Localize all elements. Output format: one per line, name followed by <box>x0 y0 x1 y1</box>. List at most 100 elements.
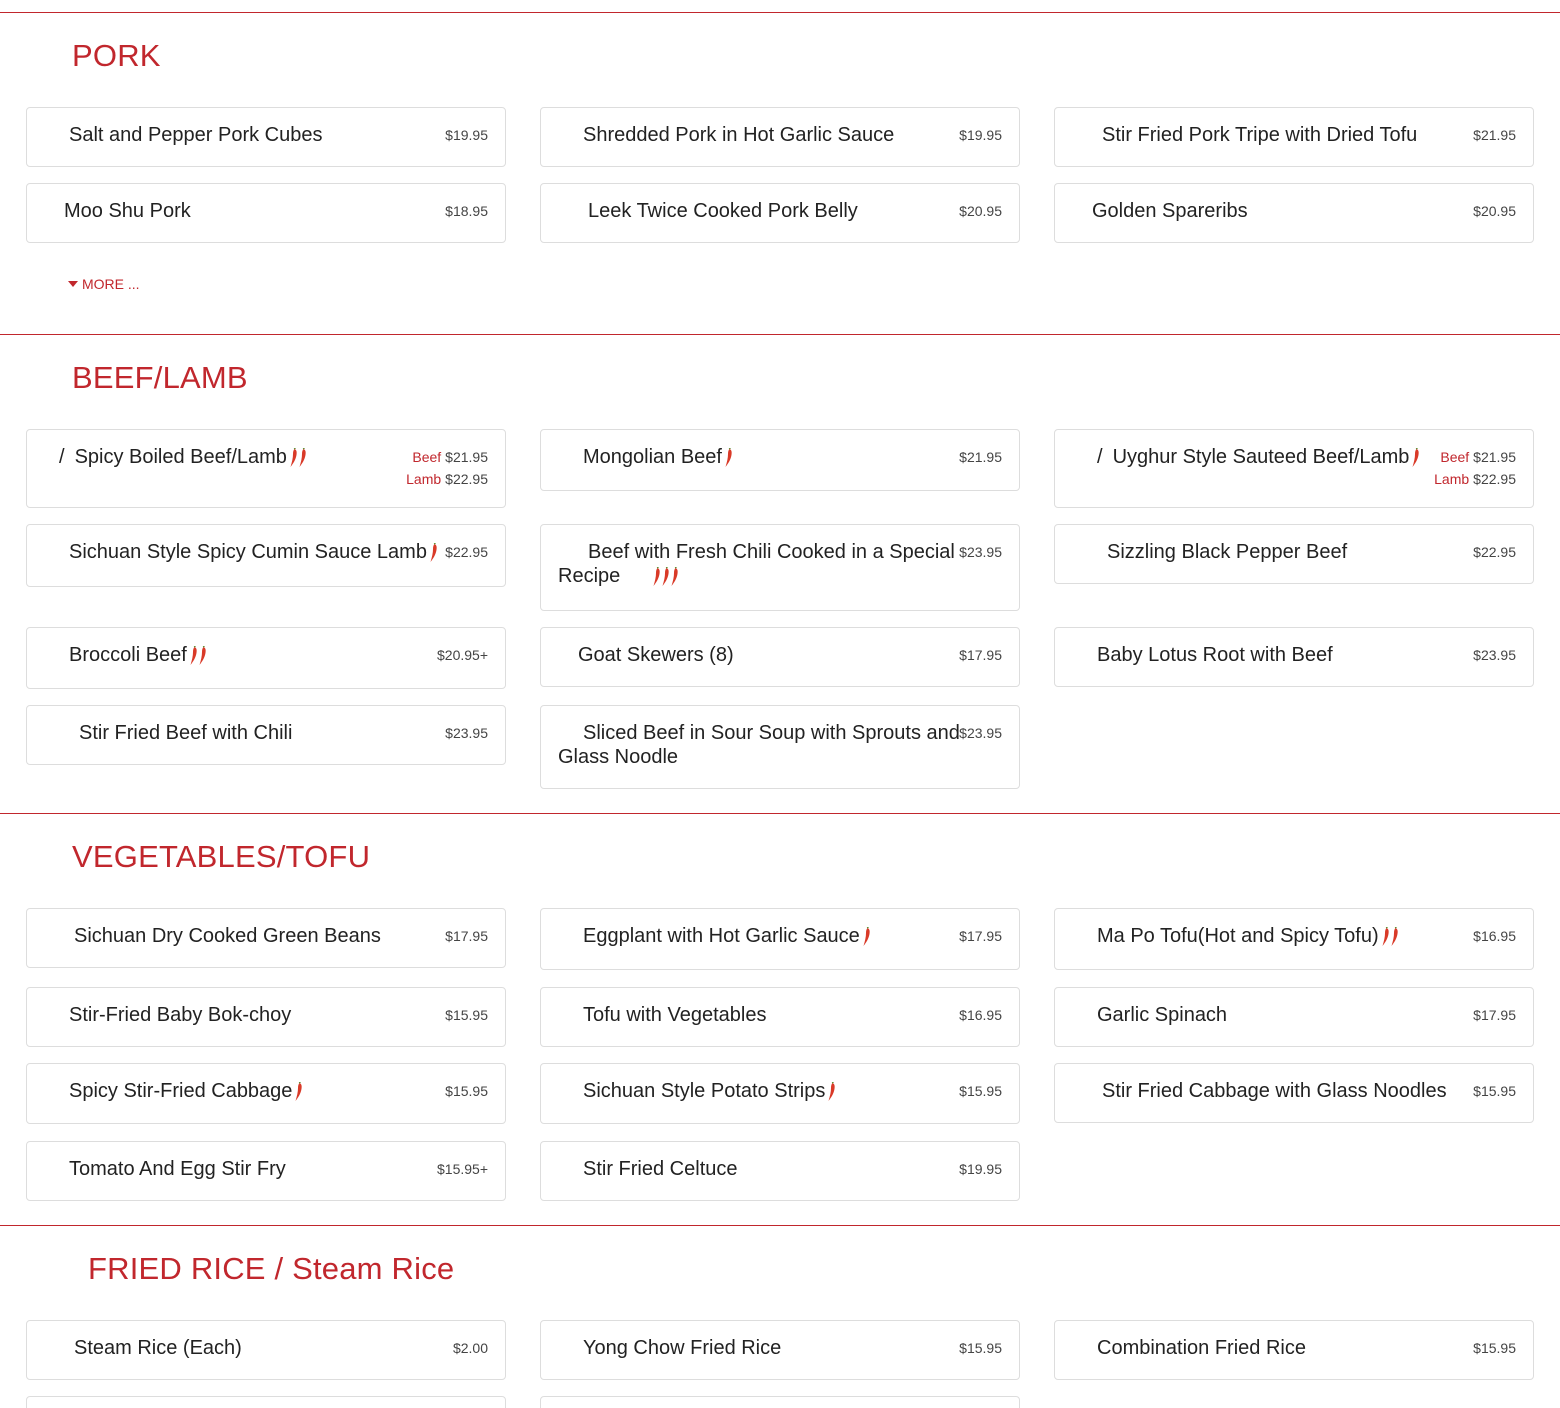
chili-pepper-icon <box>429 541 438 565</box>
menu-item-name: Sichuan Dry Cooked Green Beans <box>27 924 507 948</box>
menu-item-name: Sliced Beef in Sour Soup with Sprouts an… <box>541 721 1021 769</box>
menu-item-card[interactable]: / Spicy Boiled Beef/Lamb Beef $21.95 Lamb $22… <box>26 429 506 508</box>
menu-item-card[interactable]: Leek Twice Cooked Pork Belly $20.95 <box>540 183 1020 243</box>
menu-item-price: $23.95 <box>959 725 1002 741</box>
menu-item-price: $21.95 <box>959 449 1002 465</box>
menu-item-card[interactable]: Mongolian Beef $21.95 <box>540 429 1020 491</box>
menu-item-name: Sichuan Style Potato Strips <box>541 1079 1021 1104</box>
chili-pepper-icon <box>724 446 733 470</box>
menu-item-card[interactable] <box>26 1396 506 1408</box>
menu-item-card[interactable] <box>540 1396 1020 1408</box>
menu-item-card[interactable]: Baby Lotus Root with Beef $23.95 <box>1054 627 1534 687</box>
menu-item-title: Broccoli Beef <box>69 644 187 666</box>
menu-item-price: $19.95 <box>445 127 488 143</box>
menu-item-card[interactable]: Eggplant with Hot Garlic Sauce $17.95 <box>540 908 1020 970</box>
menu-item-name: Combination Fried Rice <box>1055 1336 1535 1360</box>
menu-item-price: $17.95 <box>959 647 1002 663</box>
menu-item-card[interactable]: Garlic Spinach $17.95 <box>1054 987 1534 1047</box>
menu-item-card[interactable]: Shredded Pork in Hot Garlic Sauce $19.95 <box>540 107 1020 167</box>
menu-item-name: Yong Chow Fried Rice <box>541 1336 1021 1360</box>
menu-item-price: $23.95 <box>445 725 488 741</box>
price-option-label: Beef <box>412 449 442 465</box>
menu-item-title: Yong Chow Fried Rice <box>583 1337 782 1359</box>
menu-item-title: Combination Fried Rice <box>1097 1337 1306 1359</box>
section-title-pork: PORK <box>72 38 161 73</box>
menu-item-card[interactable]: Sizzling Black Pepper Beef $22.95 <box>1054 524 1534 584</box>
menu-item-title: Spicy Boiled Beef/Lamb <box>74 446 287 468</box>
more-button[interactable]: MORE ... <box>68 276 140 292</box>
chili-pepper-icon <box>1411 446 1420 470</box>
menu-item-price: $16.95 <box>959 1007 1002 1023</box>
menu-item-price: $15.95 <box>445 1007 488 1023</box>
name-prefix: / <box>1097 446 1103 468</box>
menu-item-title: Tomato And Egg Stir Fry <box>69 1158 286 1180</box>
menu-item-card[interactable]: Ma Po Tofu(Hot and Spicy Tofu) $16.95 <box>1054 908 1534 970</box>
price-option-value: $21.95 <box>1473 449 1516 465</box>
menu-item-card[interactable]: / Uyghur Style Sauteed Beef/Lamb Beef $21.9… <box>1054 429 1534 508</box>
menu-item-card[interactable]: Goat Skewers (8) $17.95 <box>540 627 1020 687</box>
menu-item-card[interactable]: Sichuan Style Potato Strips $15.95 <box>540 1063 1020 1124</box>
menu-item-title: Tofu with Vegetables <box>583 1004 767 1026</box>
price-option: Beef $21.95 <box>1434 448 1516 470</box>
menu-item-card[interactable]: Salt and Pepper Pork Cubes $19.95 <box>26 107 506 167</box>
menu-item-card[interactable]: Stir Fried Celtuce $19.95 <box>540 1141 1020 1201</box>
menu-item-card[interactable]: Yong Chow Fried Rice $15.95 <box>540 1320 1020 1380</box>
more-label: MORE ... <box>82 276 140 292</box>
menu-item-card[interactable]: Combination Fried Rice $15.95 <box>1054 1320 1534 1380</box>
menu-item-name: Golden Spareribs <box>1055 199 1535 223</box>
menu-item-card[interactable]: Spicy Stir-Fried Cabbage $15.95 <box>26 1063 506 1124</box>
menu-item-card[interactable]: Stir Fried Cabbage with Glass Noodles $15… <box>1054 1063 1534 1123</box>
menu-item-price: $21.95 <box>1473 127 1516 143</box>
chili-pepper-icon <box>622 565 679 589</box>
menu-item-card[interactable]: Stir Fried Beef with Chili $23.95 <box>26 705 506 765</box>
menu-item-name: Spicy Stir-Fried Cabbage <box>27 1079 507 1104</box>
price-option-value: $21.95 <box>445 449 488 465</box>
menu-item-card[interactable]: Stir Fried Pork Tripe with Dried Tofu $21… <box>1054 107 1534 167</box>
menu-item-card[interactable]: Golden Spareribs $20.95 <box>1054 183 1534 243</box>
menu-item-card[interactable]: Beef with Fresh Chili Cooked in a Specia… <box>540 524 1020 611</box>
menu-item-name: Sizzling Black Pepper Beef <box>1055 540 1535 564</box>
menu-item-price: $18.95 <box>445 203 488 219</box>
section-title-vegetables-tofu: VEGETABLES/TOFU <box>72 839 371 874</box>
menu-item-title: Shredded Pork in Hot Garlic Sauce <box>583 124 895 146</box>
menu-item-title: Uyghur Style Sauteed Beef/Lamb <box>1112 446 1410 468</box>
menu-item-price: $22.95 <box>1473 544 1516 560</box>
menu-item-name: Mongolian Beef <box>541 445 1021 470</box>
menu-item-card[interactable]: Moo Shu Pork $18.95 <box>26 183 506 243</box>
menu-item-card[interactable]: Broccoli Beef $20.95+ <box>26 627 506 689</box>
menu-item-price: $22.95 <box>445 544 488 560</box>
menu-item-card[interactable]: Steam Rice (Each) $2.00 <box>26 1320 506 1380</box>
section-title-beef-lamb: BEEF/LAMB <box>72 360 248 395</box>
section-title-fried-rice: FRIED RICE / Steam Rice <box>88 1251 455 1286</box>
price-option-value: $22.95 <box>445 471 488 487</box>
menu-item-card[interactable]: Sliced Beef in Sour Soup with Sprouts an… <box>540 705 1020 789</box>
menu-item-title: Stir-Fried Baby Bok-choy <box>69 1004 292 1026</box>
menu-item-price: $15.95 <box>1473 1340 1516 1356</box>
menu-item-title: Ma Po Tofu(Hot and Spicy Tofu) <box>1097 925 1379 947</box>
menu-item-name: Goat Skewers (8) <box>541 643 1021 667</box>
menu-item-card[interactable]: Tomato And Egg Stir Fry $15.95+ <box>26 1141 506 1201</box>
menu-item-card[interactable]: Stir-Fried Baby Bok-choy $15.95 <box>26 987 506 1047</box>
menu-item-price: $15.95 <box>1473 1083 1516 1099</box>
menu-item-name: Eggplant with Hot Garlic Sauce <box>541 924 1021 949</box>
menu-item-title: Spicy Stir-Fried Cabbage <box>69 1080 293 1102</box>
menu-item-name: Leek Twice Cooked Pork Belly <box>541 199 1021 223</box>
price-option-label: Beef <box>1440 449 1470 465</box>
menu-item-price: $19.95 <box>959 1161 1002 1177</box>
menu-item-name: Steam Rice (Each) <box>27 1336 507 1360</box>
menu-item-price: $23.95 <box>959 544 1002 560</box>
menu-item-name: Stir-Fried Baby Bok-choy <box>27 1003 507 1027</box>
chili-pepper-icon <box>294 1080 303 1104</box>
menu-item-card[interactable]: Sichuan Style Spicy Cumin Sauce Lamb $22.… <box>26 524 506 587</box>
menu-item-title: Goat Skewers (8) <box>578 644 734 666</box>
menu-item-card[interactable]: Sichuan Dry Cooked Green Beans $17.95 <box>26 908 506 968</box>
menu-item-name: Garlic Spinach <box>1055 1003 1535 1027</box>
menu-item-name: Stir Fried Beef with Chili <box>27 721 507 745</box>
menu-item-card[interactable]: Tofu with Vegetables $16.95 <box>540 987 1020 1047</box>
section-divider <box>0 1225 1560 1226</box>
section-divider <box>0 813 1560 814</box>
menu-item-price: $15.95 <box>445 1083 488 1099</box>
menu-item-price: $17.95 <box>1473 1007 1516 1023</box>
chili-pepper-icon <box>827 1080 836 1104</box>
menu-item-title: Leek Twice Cooked Pork Belly <box>588 200 858 222</box>
